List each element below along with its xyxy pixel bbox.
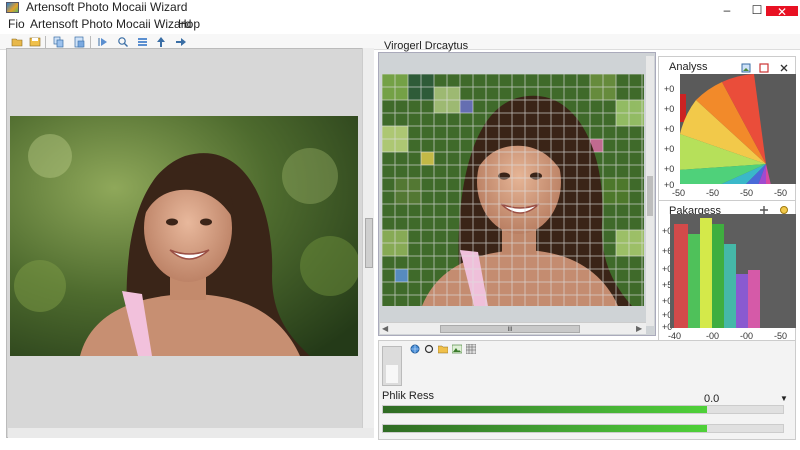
- copy-icon[interactable]: [52, 35, 66, 49]
- chevron-down-icon[interactable]: ▼: [780, 394, 788, 403]
- color-wheel-chart: [680, 74, 796, 184]
- app-icon: [6, 2, 19, 13]
- mosaic-hscrollbar[interactable]: ◀ ıı ▶: [380, 322, 646, 334]
- close-icon[interactable]: [779, 63, 789, 73]
- open-folder-icon[interactable]: [10, 35, 24, 49]
- menu-wizard[interactable]: Artensoft Photo Mocaii Wizard: [30, 17, 191, 31]
- progress-bar-1: [382, 405, 784, 414]
- analysis-x-tick: -50: [706, 188, 720, 198]
- menu-help[interactable]: Hop: [178, 17, 200, 31]
- scroll-left-arrow-icon[interactable]: ◀: [382, 324, 388, 333]
- image-icon[interactable]: [452, 344, 462, 354]
- progress-bar-2: [382, 424, 784, 433]
- globe-icon[interactable]: [410, 344, 420, 354]
- preview-thumbnail-box: [382, 346, 402, 386]
- stop-icon[interactable]: [759, 63, 769, 73]
- progress-bar-2-fill: [383, 425, 707, 432]
- menu-file[interactable]: Fio: [8, 17, 25, 31]
- left-pane-hscrollbar[interactable]: [8, 428, 374, 438]
- progress-value: 0.0: [704, 393, 720, 405]
- analysis-y-tick: +0: [664, 144, 675, 154]
- toolbar-separator: [90, 36, 91, 48]
- picture-icon[interactable]: [741, 63, 751, 73]
- paste-icon[interactable]: [72, 35, 86, 49]
- mosaic-vscroll-thumb[interactable]: [647, 176, 653, 216]
- mosaic-photo: [382, 74, 644, 306]
- play-icon[interactable]: [96, 35, 110, 49]
- save-icon[interactable]: [28, 35, 42, 49]
- progress-label: Phlik Ress: [382, 390, 434, 402]
- analysis-x-tick: -50: [774, 188, 788, 198]
- left-scroll-thumb[interactable]: [365, 218, 373, 268]
- mosaic-header-label: Virogerl Drcaytus: [384, 40, 469, 52]
- circle-icon[interactable]: [424, 344, 434, 354]
- grid-icon[interactable]: [466, 344, 476, 354]
- analysis-x-tick: -50: [672, 188, 686, 198]
- histogram-chart: [670, 214, 796, 328]
- forward-arrow-icon[interactable]: [174, 35, 188, 49]
- analysis-title: Analyss: [669, 61, 708, 73]
- analysis-y-tick: +0: [664, 84, 675, 94]
- scroll-right-arrow-icon[interactable]: ▶: [636, 324, 642, 333]
- mosaic-header: Virogerl Drcaytus: [380, 38, 650, 52]
- title-bar: Artensoft Photo Mocaii Wizard – ☐ ✕: [0, 0, 800, 20]
- analysis-y-tick: +0: [664, 124, 675, 134]
- mosaic-vscrollbar[interactable]: [646, 56, 654, 326]
- analysis-y-tick: +0: [664, 104, 675, 114]
- up-arrow-icon[interactable]: [154, 35, 168, 49]
- analysis-y-tick: +0: [664, 164, 675, 174]
- progress-bar-1-fill: [383, 406, 707, 413]
- analysis-x-tick: -50: [740, 188, 754, 198]
- source-photo: [10, 116, 358, 356]
- preview-thumbnail: [386, 365, 398, 383]
- zoom-icon[interactable]: [116, 35, 130, 49]
- layers-icon[interactable]: [136, 35, 150, 49]
- folder-icon[interactable]: [438, 344, 448, 354]
- mosaic-hscroll-thumb[interactable]: ıı: [440, 325, 580, 333]
- menu-bar: Fio Artensoft Photo Mocaii Wizard Hop: [0, 16, 800, 34]
- toolbar-separator: [45, 36, 46, 48]
- left-pane-scrollbar[interactable]: [362, 48, 374, 438]
- window-title: Artensoft Photo Mocaii Wizard: [26, 0, 188, 14]
